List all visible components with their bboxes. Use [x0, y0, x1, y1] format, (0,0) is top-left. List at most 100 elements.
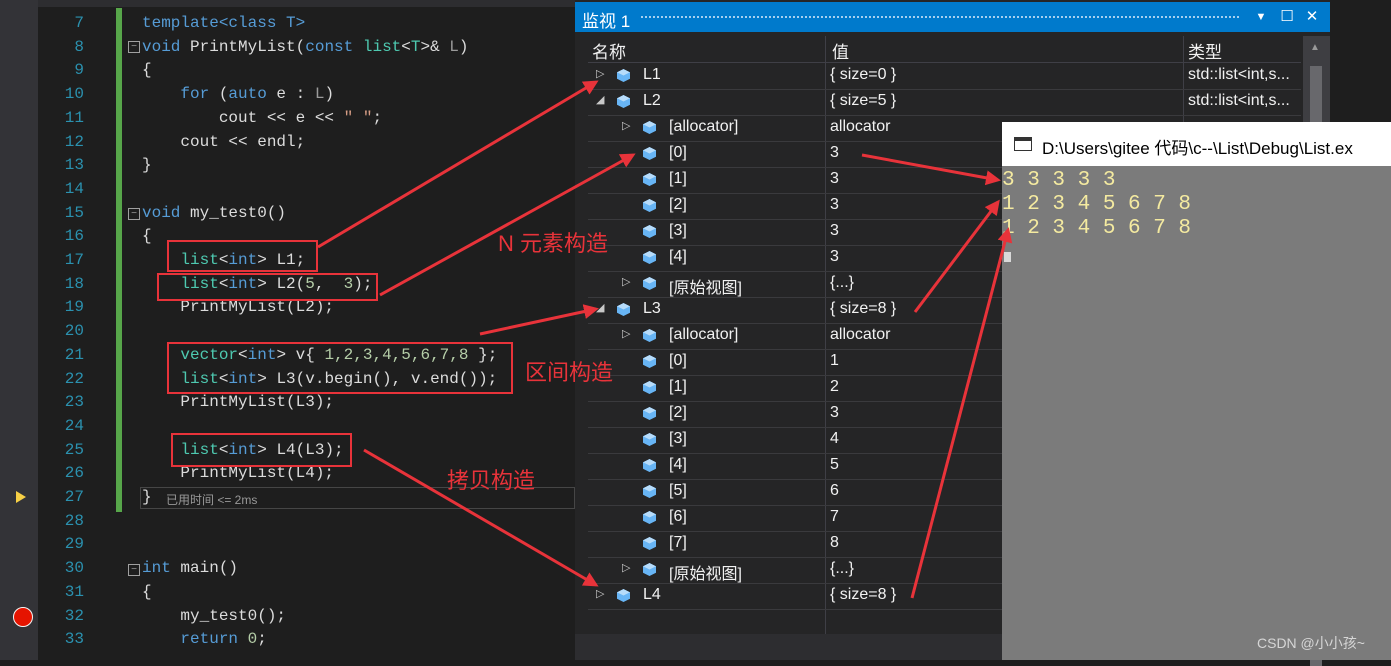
- code-line[interactable]: template<class T>: [142, 12, 305, 34]
- code-line[interactable]: for (auto e : L): [142, 83, 334, 105]
- console-cursor: [1004, 252, 1011, 262]
- code-token: for: [180, 85, 210, 104]
- variable-cube-icon: [617, 69, 630, 82]
- code-token: }: [142, 156, 152, 175]
- expand-arrow-icon[interactable]: ▷: [622, 275, 634, 288]
- code-line[interactable]: {: [142, 59, 152, 81]
- watch-item-value: { size=8 }: [830, 300, 897, 317]
- watch-item-type: std::list<int,s...: [1188, 66, 1290, 83]
- code-line[interactable]: {: [142, 581, 152, 603]
- expand-arrow-icon[interactable]: ▷: [596, 587, 608, 600]
- code-line[interactable]: return 0;: [142, 628, 267, 650]
- console-window[interactable]: D:\Users\gitee 代码\c--\List\Debug\List.ex…: [1002, 122, 1391, 660]
- code-line[interactable]: int main(): [142, 557, 238, 579]
- watch-item-value: 3: [830, 196, 839, 213]
- variable-cube-icon: [643, 147, 656, 160]
- watch-item-value: 6: [830, 482, 839, 499]
- code-line[interactable]: void PrintMyList(const list<T>& L): [142, 36, 469, 58]
- code-token: auto: [228, 85, 267, 104]
- code-token: PrintMyList(L2);: [142, 298, 335, 317]
- expand-arrow-icon[interactable]: ▷: [622, 561, 634, 574]
- code-token: L: [314, 85, 325, 104]
- watch-item-name: [allocator]: [669, 326, 739, 343]
- line-number: 19: [64, 298, 84, 317]
- line-number: 12: [64, 132, 84, 151]
- code-line[interactable]: }: [142, 154, 152, 176]
- code-token: cout << endl;: [142, 132, 306, 151]
- code-token: my_test0(): [180, 203, 287, 222]
- collapse-arrow-icon[interactable]: ◢: [596, 93, 608, 106]
- console-app-icon: [1014, 137, 1032, 151]
- line-number: 8: [74, 37, 84, 56]
- watch-item-value: 4: [830, 430, 839, 447]
- code-line[interactable]: PrintMyList(L3);: [142, 391, 334, 413]
- watch-item-name: [3]: [669, 222, 687, 239]
- column-header-value[interactable]: 值: [832, 38, 849, 63]
- code-line[interactable]: }: [142, 486, 152, 508]
- variable-cube-icon: [643, 485, 656, 498]
- code-line[interactable]: void my_test0(): [142, 202, 286, 224]
- code-token: {: [142, 61, 152, 80]
- watch-title-bar[interactable]: 监视 1 ▼ ☐ ✕: [575, 2, 1330, 32]
- expand-arrow-icon[interactable]: ▷: [622, 119, 634, 132]
- breakpoint-icon[interactable]: [13, 607, 33, 627]
- fold-toggle[interactable]: −: [128, 564, 140, 576]
- console-output-line: 3 3 3 3 3: [1002, 169, 1116, 192]
- watch-row[interactable]: ◢ L2 { size=5 } std::list<int,s...: [588, 89, 1301, 116]
- close-icon[interactable]: ✕: [1302, 7, 1322, 27]
- line-number: 18: [64, 274, 84, 293]
- highlight-box-l1: [167, 240, 318, 272]
- glyph-margin[interactable]: [0, 0, 38, 660]
- code-token: const: [305, 37, 354, 56]
- line-number: 30: [64, 559, 84, 578]
- code-token: main(): [170, 559, 239, 578]
- expand-arrow-icon[interactable]: ▷: [596, 67, 608, 80]
- watch-item-value: 3: [830, 404, 839, 421]
- variable-cube-icon: [617, 303, 630, 316]
- fold-toggle[interactable]: −: [128, 208, 140, 220]
- variable-cube-icon: [643, 459, 656, 472]
- column-header-type[interactable]: 类型: [1188, 38, 1222, 63]
- code-token: ;: [257, 630, 267, 649]
- code-line[interactable]: cout << e << " ";: [142, 107, 382, 129]
- line-number: 32: [64, 606, 84, 625]
- watch-item-name: [4]: [669, 248, 687, 265]
- code-line[interactable]: {: [142, 225, 152, 247]
- watch-item-name: [1]: [669, 170, 687, 187]
- code-token: my_test0();: [142, 606, 287, 625]
- code-lines[interactable]: template<class T> void PrintMyList(const …: [128, 0, 575, 660]
- line-number: 15: [64, 203, 84, 222]
- watch-item-value: 7: [830, 508, 839, 525]
- code-line[interactable]: my_test0();: [142, 605, 286, 627]
- variable-cube-icon: [643, 511, 656, 524]
- watch-item-value: {...}: [830, 274, 855, 291]
- code-token: {: [142, 227, 152, 246]
- change-tracking-bar: [116, 8, 122, 512]
- watch-row[interactable]: ▷ L1 { size=0 } std::list<int,s...: [588, 63, 1301, 90]
- scroll-up-icon[interactable]: ▲: [1310, 42, 1320, 53]
- code-token: >&: [420, 37, 450, 56]
- code-token: void: [142, 203, 181, 222]
- dropdown-icon[interactable]: ▼: [1251, 7, 1271, 27]
- variable-cube-icon: [643, 407, 656, 420]
- watch-item-value: 1: [830, 352, 839, 369]
- annotation-fill-constructor: N 元素构造: [498, 231, 609, 256]
- collapse-arrow-icon[interactable]: ◢: [596, 301, 608, 314]
- code-token: int: [142, 559, 171, 578]
- console-title-bar[interactable]: D:\Users\gitee 代码\c--\List\Debug\List.ex: [1002, 122, 1391, 166]
- code-editor[interactable]: 7 8 9 10 11 12 13 14 15 16 17 18 19 20 21 22 23 24 25 26 27 2…: [0, 0, 575, 660]
- code-token: ;: [372, 108, 383, 127]
- line-number: 10: [64, 85, 84, 104]
- watch-column-headers: 名称 值 类型: [588, 36, 1301, 63]
- column-header-name[interactable]: 名称: [592, 38, 626, 63]
- maximize-icon[interactable]: ☐: [1277, 7, 1297, 27]
- watch-item-name: [2]: [669, 196, 687, 213]
- code-line[interactable]: cout << endl;: [142, 131, 305, 153]
- fold-toggle[interactable]: −: [128, 41, 140, 53]
- code-token: {: [142, 582, 152, 601]
- expand-arrow-icon[interactable]: ▷: [622, 327, 634, 340]
- watch-item-name: L1: [643, 66, 661, 83]
- watch-title: 监视 1: [582, 12, 631, 31]
- line-number: 29: [64, 535, 84, 554]
- annotation-copy-constructor: 拷贝构造: [447, 468, 536, 493]
